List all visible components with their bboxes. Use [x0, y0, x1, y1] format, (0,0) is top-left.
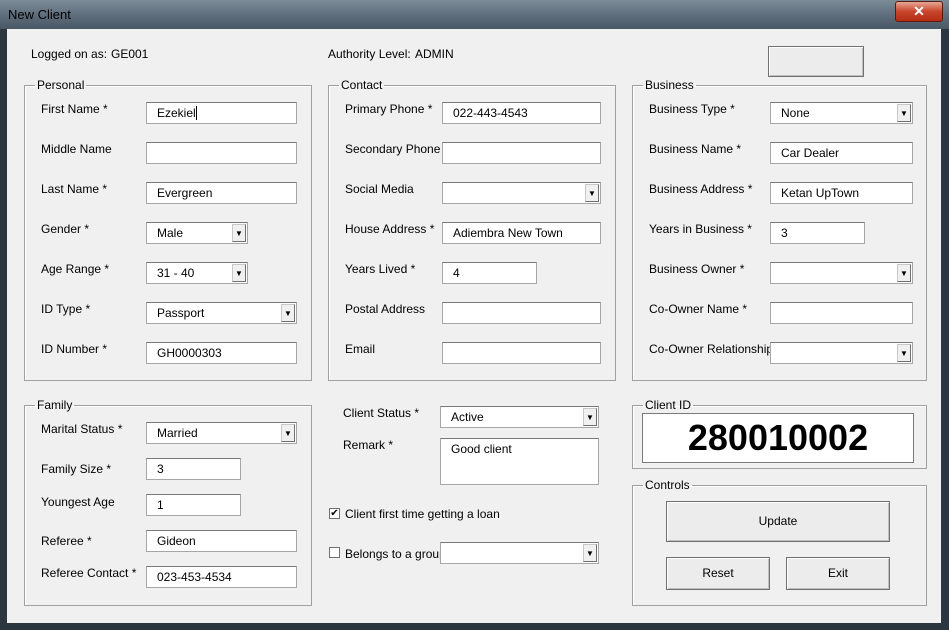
id-number-field[interactable]: GH0000303: [146, 342, 297, 364]
house-address-field[interactable]: Adiembra New Town: [442, 222, 601, 244]
chevron-down-icon[interactable]: ▼: [281, 304, 295, 322]
first-name-value: Ezekiel: [157, 106, 196, 120]
checkmark-icon: ✔: [330, 508, 339, 519]
years-in-business-field[interactable]: 3: [770, 222, 865, 244]
logged-on-label: Logged on as:: [31, 47, 108, 61]
chevron-down-icon[interactable]: ▼: [583, 544, 597, 562]
referee-contact-label: Referee Contact *: [41, 566, 137, 580]
form-body: Logged on as: GE001 Authority Level: ADM…: [7, 29, 941, 623]
business-owner-label: Business Owner *: [649, 262, 745, 276]
exit-button[interactable]: Exit: [786, 557, 890, 590]
social-media-label: Social Media: [345, 182, 414, 196]
logged-on-value: GE001: [111, 47, 149, 61]
reset-button[interactable]: Reset: [666, 557, 770, 590]
years-lived-label: Years Lived *: [345, 262, 416, 276]
remark-field[interactable]: Good client: [440, 438, 599, 485]
chevron-down-icon[interactable]: ▼: [281, 424, 295, 442]
contact-legend: Contact: [341, 78, 383, 92]
youngest-age-field[interactable]: 1: [146, 494, 241, 516]
business-type-label: Business Type *: [649, 102, 735, 116]
gender-value: Male: [157, 226, 184, 240]
middle-name-field[interactable]: [146, 142, 297, 164]
age-range-select[interactable]: 31 - 40 ▼: [146, 262, 248, 284]
business-type-select[interactable]: None ▼: [770, 102, 913, 124]
co-owner-name-label: Co-Owner Name *: [649, 302, 748, 316]
marital-status-select[interactable]: Married ▼: [146, 422, 297, 444]
gender-label: Gender *: [41, 222, 90, 236]
remark-label: Remark *: [343, 438, 394, 452]
referee-label: Referee *: [41, 534, 92, 548]
house-address-label: House Address *: [345, 222, 435, 236]
co-owner-relationship-select[interactable]: ▼: [770, 342, 913, 364]
business-name-label: Business Name *: [649, 142, 742, 156]
age-range-label: Age Range *: [41, 262, 110, 276]
client-id-legend: Client ID: [645, 398, 692, 412]
id-type-select[interactable]: Passport ▼: [146, 302, 297, 324]
referee-contact-field[interactable]: 023-453-4534: [146, 566, 297, 588]
id-number-label: ID Number *: [41, 342, 108, 356]
first-loan-label: Client first time getting a loan: [345, 507, 500, 521]
authority-value: ADMIN: [415, 47, 454, 61]
group-select[interactable]: ▼: [440, 542, 599, 564]
gender-select[interactable]: Male ▼: [146, 222, 248, 244]
secondary-phone-field[interactable]: [442, 142, 601, 164]
business-legend: Business: [645, 78, 694, 92]
last-name-label: Last Name *: [41, 182, 108, 196]
business-address-label: Business Address *: [649, 182, 753, 196]
email-label: Email: [345, 342, 376, 356]
youngest-age-label: Youngest Age: [41, 495, 115, 509]
window-title: New Client: [8, 7, 71, 22]
postal-address-field[interactable]: [442, 302, 601, 324]
marital-status-label: Marital Status *: [41, 422, 123, 436]
id-type-value: Passport: [157, 306, 205, 320]
family-legend: Family: [37, 398, 73, 412]
chevron-down-icon[interactable]: ▼: [583, 408, 597, 426]
co-owner-relationship-label: Co-Owner Relationship *: [649, 342, 782, 356]
years-lived-field[interactable]: 4: [442, 262, 537, 284]
first-loan-checkbox[interactable]: ✔: [329, 508, 340, 519]
id-type-label: ID Type *: [41, 302, 91, 316]
business-name-field[interactable]: Car Dealer: [770, 142, 913, 164]
business-owner-select[interactable]: ▼: [770, 262, 913, 284]
referee-field[interactable]: Gideon: [146, 530, 297, 552]
first-name-label: First Name *: [41, 102, 108, 116]
chevron-down-icon[interactable]: ▼: [232, 224, 246, 242]
chevron-down-icon[interactable]: ▼: [585, 184, 599, 202]
primary-phone-label: Primary Phone *: [345, 102, 433, 116]
chevron-down-icon[interactable]: ▼: [897, 264, 911, 282]
client-status-select[interactable]: Active ▼: [440, 406, 599, 428]
blank-button[interactable]: [768, 46, 864, 77]
postal-address-label: Postal Address: [345, 302, 426, 316]
last-name-field[interactable]: Evergreen: [146, 182, 297, 204]
business-address-field[interactable]: Ketan UpTown: [770, 182, 913, 204]
social-media-select[interactable]: ▼: [442, 182, 601, 204]
client-status-label: Client Status *: [343, 406, 420, 420]
primary-phone-field[interactable]: 022-443-4543: [442, 102, 601, 124]
text-caret: [195, 106, 197, 120]
marital-status-value: Married: [157, 426, 198, 440]
group-label: Belongs to a group: [345, 547, 446, 561]
chevron-down-icon[interactable]: ▼: [897, 104, 911, 122]
family-size-field[interactable]: 3: [146, 458, 241, 480]
close-button[interactable]: ✕: [895, 1, 943, 22]
first-name-field[interactable]: Ezekiel: [146, 102, 297, 124]
family-size-label: Family Size *: [41, 462, 112, 476]
email-field[interactable]: [442, 342, 601, 364]
update-button[interactable]: Update: [666, 501, 890, 542]
authority-label: Authority Level:: [328, 47, 411, 61]
client-id-display: 280010002: [642, 413, 914, 463]
title-bar: New Client ✕: [0, 0, 949, 29]
co-owner-name-field[interactable]: [770, 302, 913, 324]
chevron-down-icon[interactable]: ▼: [897, 344, 911, 362]
age-range-value: 31 - 40: [157, 266, 195, 280]
personal-legend: Personal: [37, 78, 85, 92]
controls-legend: Controls: [645, 478, 690, 492]
client-status-value: Active: [451, 410, 484, 424]
chevron-down-icon[interactable]: ▼: [232, 264, 246, 282]
years-in-business-label: Years in Business *: [649, 222, 752, 236]
business-type-value: None: [781, 106, 810, 120]
middle-name-label: Middle Name: [41, 142, 112, 156]
group-checkbox[interactable]: [329, 547, 340, 558]
secondary-phone-label: Secondary Phone: [345, 142, 441, 156]
